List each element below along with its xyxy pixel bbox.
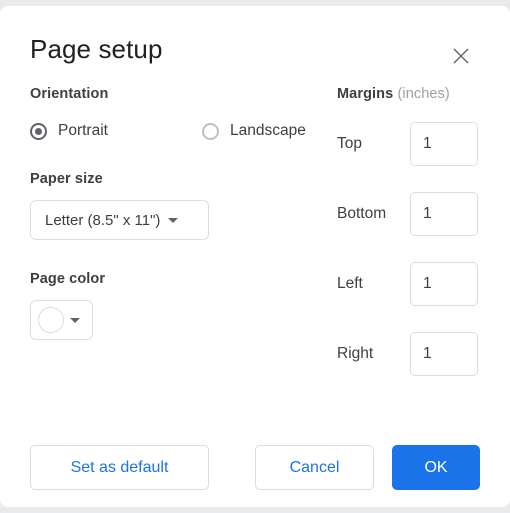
chevron-down-icon xyxy=(168,217,179,223)
margin-row-bottom: Bottom xyxy=(337,192,487,236)
page-color-label: Page color xyxy=(30,271,106,287)
radio-portrait[interactable]: Portrait xyxy=(30,122,108,140)
close-icon xyxy=(452,47,470,65)
close-button[interactable] xyxy=(444,39,478,73)
radio-portrait-indicator xyxy=(30,122,47,140)
orientation-radio-group: Portrait Landscape xyxy=(30,122,320,140)
paper-size-section: Paper size Letter (8.5" x 11") xyxy=(30,171,320,240)
ok-button[interactable]: OK xyxy=(392,445,480,490)
margins-heading: Margins (inches) xyxy=(337,86,487,102)
margins-unit-text: (inches) xyxy=(397,86,450,102)
dialog-header: Page setup xyxy=(0,6,510,80)
cancel-button[interactable]: Cancel xyxy=(255,445,374,490)
radio-landscape-label: Landscape xyxy=(229,122,306,139)
margins-column: Margins (inches) Top Bottom Left Right xyxy=(337,86,487,376)
page-color-swatch xyxy=(38,307,64,333)
page-setup-dialog: Page setup Orientation Portrait Landscap… xyxy=(0,6,510,507)
margin-bottom-label: Bottom xyxy=(337,205,387,222)
margin-left-input[interactable] xyxy=(410,262,478,306)
set-as-default-button[interactable]: Set as default xyxy=(30,445,209,490)
left-column: Orientation Portrait Landscape Paper siz… xyxy=(30,86,320,340)
margin-left-label: Left xyxy=(337,275,363,292)
margin-top-input[interactable] xyxy=(410,122,478,166)
margin-right-input[interactable] xyxy=(410,332,478,376)
margin-bottom-input[interactable] xyxy=(410,192,478,236)
margin-right-label: Right xyxy=(337,345,374,362)
margin-row-left: Left xyxy=(337,262,487,306)
margin-row-right: Right xyxy=(337,332,487,376)
chevron-down-icon xyxy=(70,317,80,323)
orientation-label: Orientation xyxy=(30,86,109,102)
radio-portrait-label: Portrait xyxy=(58,122,108,139)
radio-landscape[interactable]: Landscape xyxy=(201,122,306,140)
radio-landscape-indicator xyxy=(201,122,219,140)
paper-size-select[interactable]: Letter (8.5" x 11") xyxy=(30,200,209,240)
page-color-picker[interactable] xyxy=(30,300,93,340)
paper-size-value: Letter (8.5" x 11") xyxy=(45,211,161,229)
paper-size-label: Paper size xyxy=(30,171,103,187)
margin-row-top: Top xyxy=(337,122,487,166)
dialog-footer: Set as default Cancel OK xyxy=(0,438,510,498)
page-color-section: Page color xyxy=(30,271,320,340)
margins-heading-text: Margins xyxy=(337,86,394,102)
margin-top-label: Top xyxy=(337,135,362,152)
page-title: Page setup xyxy=(30,34,163,64)
